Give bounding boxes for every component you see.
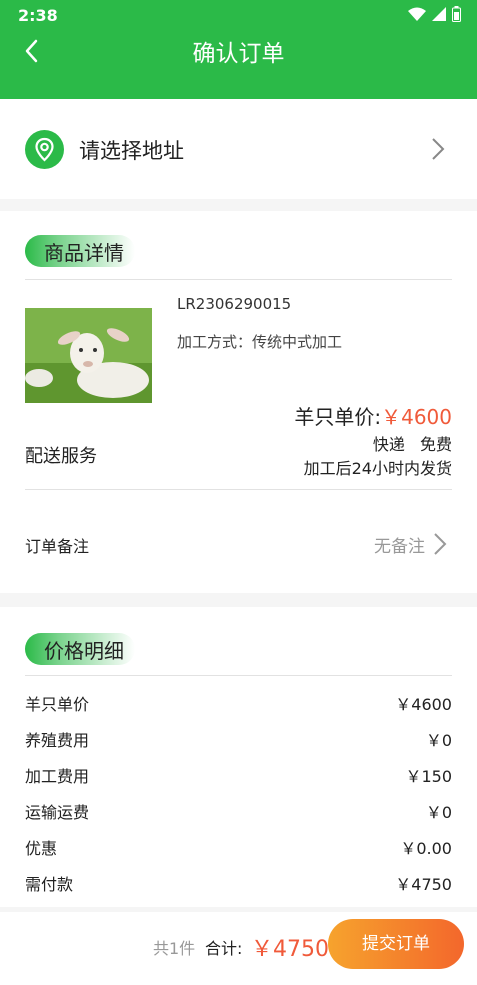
battery-icon	[452, 6, 461, 22]
remark-label: 订单备注	[25, 537, 90, 556]
item-count: 共1件	[153, 939, 196, 958]
price-row-value: ￥0	[425, 731, 452, 750]
process-method: 加工方式：传统中式加工	[177, 331, 342, 352]
price-row: 养殖费用 ￥0	[25, 727, 452, 751]
process-label: 加工方式：	[177, 333, 253, 351]
product-sku: LR2306290015	[177, 295, 292, 313]
divider	[25, 489, 452, 490]
checkout-bar: 共1件 合计: ￥4750 提交订单	[0, 912, 477, 985]
price-row-value: ￥0.00	[400, 839, 452, 858]
price-row: 优惠 ￥0.00	[25, 835, 452, 859]
signal-icon	[432, 7, 446, 21]
chevron-right-icon	[434, 533, 447, 555]
price-row-value: ￥150	[405, 767, 452, 786]
status-icons	[408, 6, 461, 22]
price-row-label: 加工费用	[25, 767, 90, 786]
divider	[25, 279, 452, 280]
total-amount: ￥4750	[251, 937, 329, 962]
address-selector[interactable]: 请选择地址	[0, 99, 477, 199]
delivery-method: 快递 免费	[372, 435, 452, 454]
price-row-value: ￥4600	[395, 695, 452, 714]
price-row: 羊只单价 ￥4600	[25, 691, 452, 715]
unit-price: 羊只单价:￥4600	[294, 401, 452, 430]
price-row: 需付款 ￥4750	[25, 871, 452, 895]
price-row-label: 养殖费用	[25, 731, 90, 750]
price-row-label: 羊只单价	[25, 695, 90, 714]
remark-value: 无备注	[374, 537, 425, 557]
page-title: 确认订单	[192, 41, 285, 67]
location-pin-icon	[25, 130, 64, 169]
divider	[25, 675, 452, 676]
price-row-value: ￥4750	[395, 875, 452, 894]
section-title-text: 商品详情	[44, 241, 124, 265]
order-remark-row[interactable]: 订单备注 无备注	[0, 511, 477, 577]
section-title-price: 价格明细	[25, 633, 135, 665]
app-header: 2:38 确认订单	[0, 0, 477, 99]
product-image	[25, 308, 152, 403]
ship-time: 加工后24小时内发货	[303, 459, 452, 478]
submit-order-button[interactable]: 提交订单	[328, 919, 464, 969]
unit-price-label: 羊只单价:	[294, 405, 382, 429]
price-detail-card: 价格明细 羊只单价 ￥4600 养殖费用 ￥0 加工费用 ￥150 运输运费 ￥…	[0, 607, 477, 907]
price-row: 加工费用 ￥150	[25, 763, 452, 787]
wifi-icon	[408, 7, 426, 21]
goods-detail-card: 商品详情 LR2306290015 加工方式：传统中式加工 羊只单价:￥4600…	[0, 211, 477, 593]
total-label: 合计:	[205, 939, 243, 958]
price-row-label: 优惠	[25, 839, 58, 858]
address-placeholder: 请选择地址	[79, 139, 184, 163]
price-row-value: ￥0	[425, 803, 452, 822]
section-title-goods: 商品详情	[25, 235, 135, 267]
delivery-label: 配送服务	[25, 446, 97, 467]
price-row: 运输运费 ￥0	[25, 799, 452, 823]
process-value: 传统中式加工	[252, 333, 343, 351]
price-row-label: 运输运费	[25, 803, 90, 822]
section-title-text: 价格明细	[44, 639, 124, 663]
chevron-right-icon	[432, 138, 445, 160]
status-time: 2:38	[18, 6, 58, 25]
price-row-label: 需付款	[25, 875, 74, 894]
unit-price-value: ￥4600	[381, 405, 452, 429]
